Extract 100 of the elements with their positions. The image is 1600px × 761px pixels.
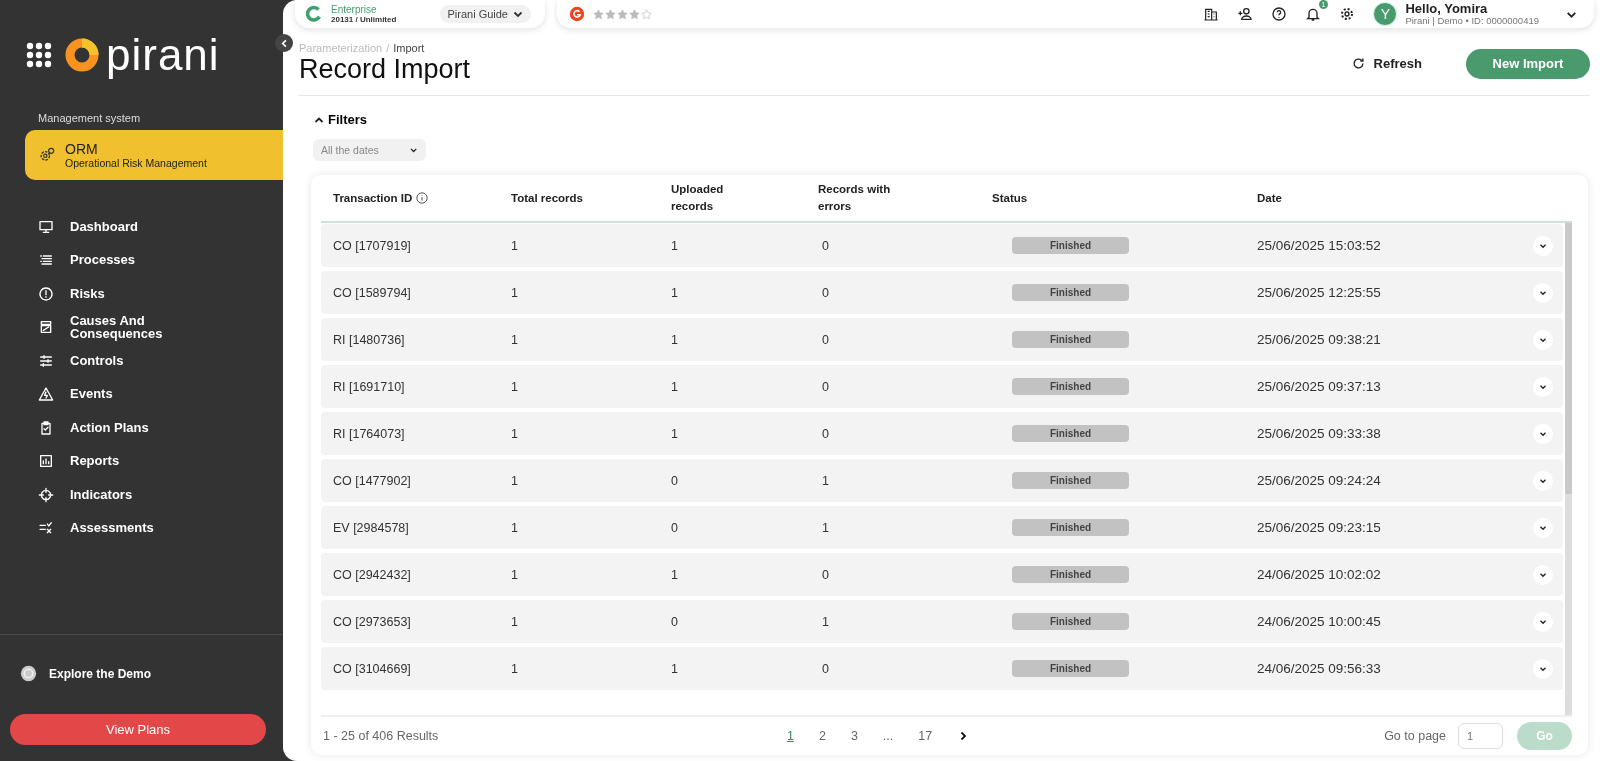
- apps-grid-icon[interactable]: [26, 42, 52, 68]
- table-cell: 1: [511, 473, 518, 488]
- sidebar-item[interactable]: Processes: [38, 243, 283, 277]
- page-link[interactable]: 2: [818, 729, 826, 743]
- nav-icon: [38, 419, 54, 436]
- table-cell: 0: [671, 614, 678, 629]
- settings-icon[interactable]: [1339, 6, 1356, 22]
- sidebar-item[interactable]: Events: [38, 377, 283, 411]
- status-chip: Finished: [1012, 284, 1129, 301]
- table-cell: CO [1589794]: [333, 285, 411, 300]
- table-cell: 1: [511, 661, 518, 676]
- table-cell: 1: [671, 285, 678, 300]
- page-link[interactable]: ...: [882, 729, 894, 743]
- table-cell: CO [1477902]: [333, 473, 411, 488]
- table-cell: CO [2973653]: [333, 614, 411, 629]
- add-user-icon[interactable]: [1237, 6, 1254, 22]
- refresh-button[interactable]: Refresh: [1344, 55, 1428, 72]
- expand-row-button[interactable]: [1533, 376, 1553, 397]
- nav-icon: [38, 386, 54, 403]
- expand-row-button[interactable]: [1533, 235, 1553, 256]
- building-icon[interactable]: [1203, 6, 1220, 22]
- help-icon[interactable]: [1271, 6, 1288, 22]
- column-header: Date: [1257, 190, 1282, 206]
- scrollbar[interactable]: [1565, 223, 1572, 715]
- sidebar-item[interactable]: Action Plans: [38, 411, 283, 445]
- expand-row-button[interactable]: [1533, 282, 1553, 303]
- table-cell: 24/06/2025 09:56:33: [1257, 661, 1381, 676]
- view-plans-button[interactable]: View Plans: [10, 714, 266, 745]
- column-header: Total records: [511, 190, 583, 206]
- status-chip: Finished: [1012, 660, 1129, 677]
- nav-icon: [38, 319, 54, 336]
- table-cell: 1: [511, 332, 518, 347]
- star-icon: [617, 8, 628, 20]
- expand-row-button[interactable]: [1533, 658, 1553, 679]
- sidebar-item[interactable]: Reports: [38, 444, 283, 478]
- sidebar-item[interactable]: Dashboard: [38, 210, 283, 244]
- expand-row-button[interactable]: [1533, 611, 1553, 632]
- page-link[interactable]: 1: [787, 729, 794, 743]
- table-cell: 1: [511, 285, 518, 300]
- notification-bell-icon[interactable]: [1305, 6, 1322, 22]
- table-cell: RI [1764073]: [333, 426, 405, 441]
- table-cell: 0: [822, 426, 829, 441]
- explore-demo-link[interactable]: Explore the Demo: [0, 665, 283, 682]
- plan-name: Enterprise: [331, 4, 378, 15]
- filters-toggle[interactable]: Filters: [313, 112, 367, 127]
- avatar: Y: [1373, 2, 1398, 26]
- nav-icon: [38, 285, 54, 302]
- table-cell: 0: [822, 238, 829, 253]
- system-name: ORM: [65, 141, 99, 157]
- expand-row-button[interactable]: [1533, 423, 1553, 444]
- expand-row-button[interactable]: [1533, 329, 1553, 350]
- table-cell: 1: [671, 567, 678, 582]
- guide-dropdown[interactable]: Pirani Guide: [440, 5, 531, 23]
- table-cell: 25/06/2025 12:25:55: [1257, 285, 1381, 300]
- table-cell: 1: [511, 520, 518, 535]
- plan-detail: 20131 / Unlimited: [331, 15, 397, 24]
- system-selector[interactable]: ORM Operational Risk Management: [25, 130, 283, 180]
- expand-row-button[interactable]: [1533, 517, 1553, 538]
- star-icon: [641, 8, 652, 20]
- table-cell: 1: [822, 520, 829, 535]
- go-to-page-label: Go to page: [1384, 729, 1446, 743]
- page-link[interactable]: 17: [918, 729, 933, 743]
- table-cell: 1: [671, 238, 678, 253]
- table-cell: 1: [822, 473, 829, 488]
- page-link[interactable]: 3: [850, 729, 858, 743]
- collapse-sidebar-button[interactable]: [275, 34, 293, 52]
- table-cell: 1: [511, 379, 518, 394]
- user-greeting: Hello, Yomira: [1405, 2, 1489, 16]
- sidebar-item[interactable]: Causes And Consequences: [38, 310, 283, 344]
- table-cell: CO [1707919]: [333, 238, 411, 253]
- table-cell: 0: [822, 661, 829, 676]
- status-chip: Finished: [1012, 519, 1129, 536]
- table-cell: 25/06/2025 09:33:38: [1257, 426, 1381, 441]
- table-cell: 0: [822, 379, 829, 394]
- refresh-icon: [1350, 56, 1366, 71]
- info-icon: [416, 192, 429, 204]
- sidebar-item[interactable]: Assessments: [38, 511, 283, 545]
- expand-row-button[interactable]: [1533, 470, 1553, 491]
- page-number-input[interactable]: 1: [1458, 723, 1503, 749]
- table-cell: 1: [511, 426, 518, 441]
- review-badge-icon[interactable]: [569, 6, 585, 22]
- sidebar-item[interactable]: Indicators: [38, 478, 283, 512]
- column-header: Transaction ID: [333, 190, 413, 206]
- table-cell: 0: [671, 473, 678, 488]
- table-cell: EV [2984578]: [333, 520, 409, 535]
- expand-row-button[interactable]: [1533, 564, 1553, 585]
- table-cell: 0: [822, 332, 829, 347]
- table-cell: 1: [671, 661, 678, 676]
- sidebar-item[interactable]: Risks: [38, 277, 283, 311]
- status-chip: Finished: [1012, 331, 1129, 348]
- status-chip: Finished: [1012, 378, 1129, 395]
- user-menu[interactable]: Y Hello, Yomira Pirani | Demo • ID: 0000000419: [1373, 2, 1578, 26]
- table-cell: 25/06/2025 15:03:52: [1257, 238, 1381, 253]
- plan-ring-icon: [305, 5, 323, 23]
- column-header: Uploaded records: [671, 182, 725, 214]
- results-summary: 1 - 25 of 406 Results: [322, 729, 440, 743]
- sidebar-item[interactable]: Controls: [38, 344, 283, 378]
- table-cell: RI [1691710]: [333, 379, 405, 394]
- column-header: Status: [992, 190, 1028, 206]
- table-cell: CO [2942432]: [333, 567, 411, 582]
